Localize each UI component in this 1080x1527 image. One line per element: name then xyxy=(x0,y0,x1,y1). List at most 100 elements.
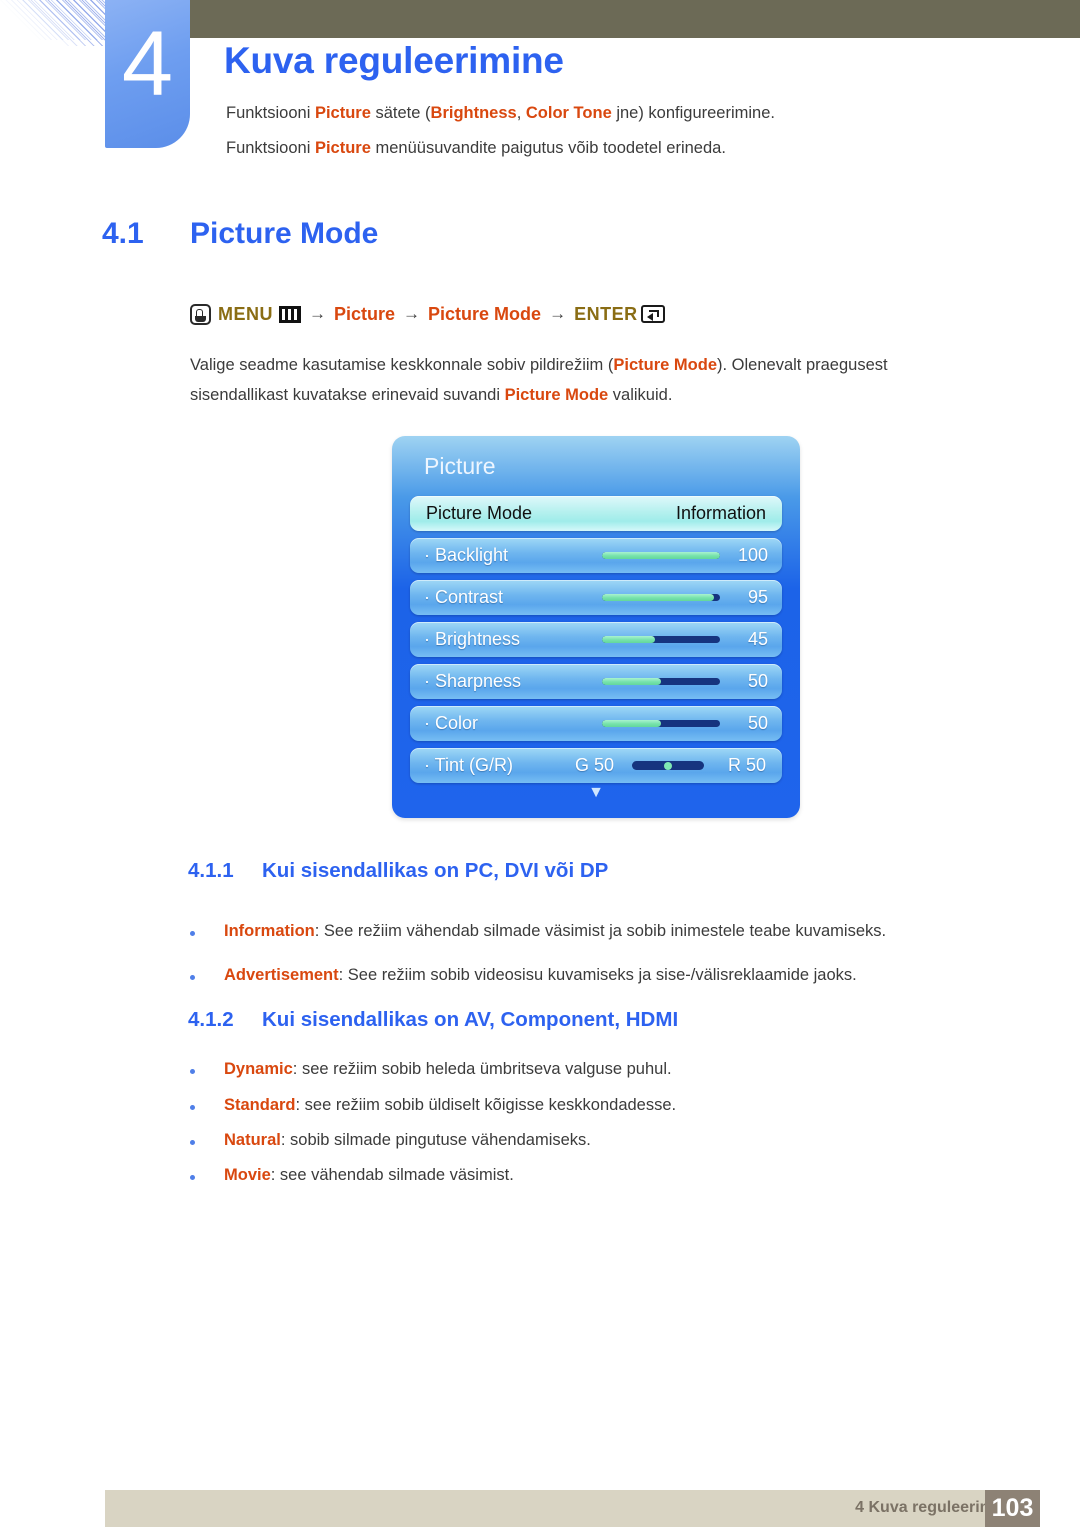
bullet-text: : sobib silmade pingutuse vähendamiseks. xyxy=(280,1131,591,1149)
osd-tint-red-value: R 50 xyxy=(727,755,766,775)
osd-row-label: Picture Mode xyxy=(426,503,533,523)
bullet-text: : See režiim vähendab silmade väsimist j… xyxy=(314,922,887,940)
body-part1: Valige seadme kasutamise keskkonnale sob… xyxy=(190,356,614,374)
footer-page-number: 103 xyxy=(985,1490,1040,1527)
menu-path-arrow-1: → xyxy=(309,304,326,323)
menu-grid-icon xyxy=(279,305,301,323)
bullet-dot-icon xyxy=(190,1175,195,1180)
intro1-keyword-colortone: Color Tone xyxy=(525,104,612,122)
list-item: Movie: see vähendab silmade väsimist. xyxy=(190,1166,514,1185)
bullet-dot-icon xyxy=(190,1069,195,1074)
osd-row-list: Picture Mode Information · Backlight 100 · C… xyxy=(410,496,782,790)
intro2-part1: Funktsiooni xyxy=(226,139,315,157)
chapter-badge: 4 xyxy=(105,0,190,148)
osd-row-label: · Sharpness xyxy=(424,671,522,691)
bullet-term: Information xyxy=(224,922,315,940)
osd-slider-value: 100 xyxy=(737,545,768,565)
body-keyword-2: Picture Mode xyxy=(504,386,609,404)
list-item: Information: See režiim vähendab silmade… xyxy=(190,922,886,941)
intro2-part2: menüüsuvandite paigutus võib toodetel er… xyxy=(370,139,726,157)
bullet-term: Natural xyxy=(224,1131,281,1149)
osd-tint-slider-thumb xyxy=(664,761,672,770)
osd-slider[interactable] xyxy=(602,552,720,559)
bullet-term: Standard xyxy=(224,1096,296,1114)
section-heading: 4.1 Picture Mode xyxy=(102,217,378,251)
osd-slider-fill xyxy=(602,678,661,685)
subsection-412-title: Kui sisendallikas on AV, Component, HDMI xyxy=(262,1008,679,1031)
osd-slider-fill xyxy=(602,552,720,559)
intro1-part2: sätete ( xyxy=(370,104,431,122)
osd-row-label: · Contrast xyxy=(424,587,504,607)
osd-slider[interactable] xyxy=(602,678,720,685)
bullet-text: : See režiim sobib videosisu kuvamiseks … xyxy=(338,966,857,984)
osd-slider-value: 50 xyxy=(747,713,768,733)
chapter-title: Kuva reguleerimine xyxy=(224,40,564,81)
intro2-keyword-picture: Picture xyxy=(314,139,371,157)
menu-path-item-picture: Picture xyxy=(334,303,396,324)
section-title: Picture Mode xyxy=(190,217,379,250)
osd-slider[interactable] xyxy=(602,720,720,727)
osd-row-contrast[interactable]: · Contrast 95 xyxy=(410,580,782,615)
bullet-text: : see režiim sobib üldiselt kõigisse kes… xyxy=(295,1096,677,1114)
osd-row-picturemode[interactable]: Picture Mode Information xyxy=(410,496,782,531)
osd-row-label: · Tint (G/R) xyxy=(424,755,513,775)
chapter-intro-line-1: Funktsiooni Picture sätete (Brightness, … xyxy=(226,104,775,123)
subsection-heading-412: 4.1.2 Kui sisendallikas on AV, Component,… xyxy=(188,1008,678,1032)
osd-slider-fill xyxy=(602,636,656,643)
osd-row-sharpness[interactable]: · Sharpness 50 xyxy=(410,664,782,699)
list-item: Standard: see režiim sobib üldiselt kõig… xyxy=(190,1096,676,1115)
osd-panel: Picture Picture Mode Information · Backlig… xyxy=(392,436,800,818)
menu-path-arrow-3: → xyxy=(549,304,567,323)
body-paragraph: Valige seadme kasutamise keskkonnale sob… xyxy=(190,350,958,410)
osd-slider-value: 45 xyxy=(747,629,768,649)
bullet-text: : see vähendab silmade väsimist. xyxy=(270,1166,514,1184)
osd-slider-fill xyxy=(602,720,661,727)
menu-path-arrow-2: → xyxy=(403,304,421,323)
enter-key-icon xyxy=(640,305,665,323)
corner-hatch-decoration-overlay xyxy=(0,0,110,40)
section-number: 4.1 xyxy=(102,217,144,250)
osd-row-brightness[interactable]: · Brightness 45 xyxy=(410,622,782,657)
body-part3: valikuid. xyxy=(608,386,673,404)
subsection-heading-411: 4.1.1 Kui sisendallikas on PC, DVI või DP xyxy=(188,859,608,883)
bullet-term: Advertisement xyxy=(224,966,339,984)
osd-row-label: · Color xyxy=(424,713,479,733)
intro1-keyword-brightness: Brightness xyxy=(430,104,517,122)
menu-path-item-picture-mode: Picture Mode xyxy=(428,303,542,324)
osd-row-color[interactable]: · Color 50 xyxy=(410,706,782,741)
osd-row-value: Information xyxy=(675,503,766,523)
bullet-dot-icon xyxy=(190,975,195,980)
osd-slider-value: 95 xyxy=(747,587,768,607)
chevron-down-icon[interactable]: ▼ xyxy=(392,785,800,801)
osd-tint-slider[interactable] xyxy=(632,761,704,770)
osd-slider-value: 50 xyxy=(747,671,768,691)
osd-row-tintgr[interactable]: · Tint (G/R) G 50 R 50 xyxy=(410,748,782,783)
osd-slider[interactable] xyxy=(602,636,720,643)
bullet-dot-icon xyxy=(190,931,195,936)
menu-path-enter-label: ENTER xyxy=(574,303,638,324)
list-item: Advertisement: See režiim sobib videosis… xyxy=(190,966,857,985)
menu-path: MENU → Picture → Picture Mode → ENTER xyxy=(190,300,665,328)
subsection-411-title: Kui sisendallikas on PC, DVI või DP xyxy=(262,859,609,882)
menu-path-menu-label: MENU xyxy=(218,303,273,324)
osd-row-backlight[interactable]: · Backlight 100 xyxy=(410,538,782,573)
intro1-part3: , xyxy=(516,104,526,122)
chapter-intro-line-2: Funktsiooni Picture menüüsuvandite paigu… xyxy=(226,139,726,158)
list-item: Dynamic: see režiim sobib heleda ümbrits… xyxy=(190,1060,672,1079)
intro1-keyword-picture: Picture xyxy=(314,104,371,122)
osd-slider[interactable] xyxy=(602,594,720,601)
osd-tint-green-value: G 50 xyxy=(574,755,614,775)
osd-row-label: · Backlight xyxy=(424,545,509,565)
subsection-412-number: 4.1.2 xyxy=(188,1008,234,1031)
osd-row-label: · Brightness xyxy=(424,629,521,649)
intro1-part4: jne) konfigureerimine. xyxy=(611,104,775,122)
bullet-dot-icon xyxy=(190,1105,195,1110)
header-olive-bar xyxy=(190,0,1080,38)
osd-slider-fill xyxy=(602,594,715,601)
chapter-number: 4 xyxy=(121,13,174,115)
bullet-term: Dynamic xyxy=(224,1060,293,1078)
bullet-text: : see režiim sobib heleda ümbritseva val… xyxy=(292,1060,672,1078)
intro1-part1: Funktsiooni xyxy=(226,104,315,122)
bullet-term: Movie xyxy=(224,1166,271,1184)
osd-title: Picture xyxy=(424,453,496,479)
